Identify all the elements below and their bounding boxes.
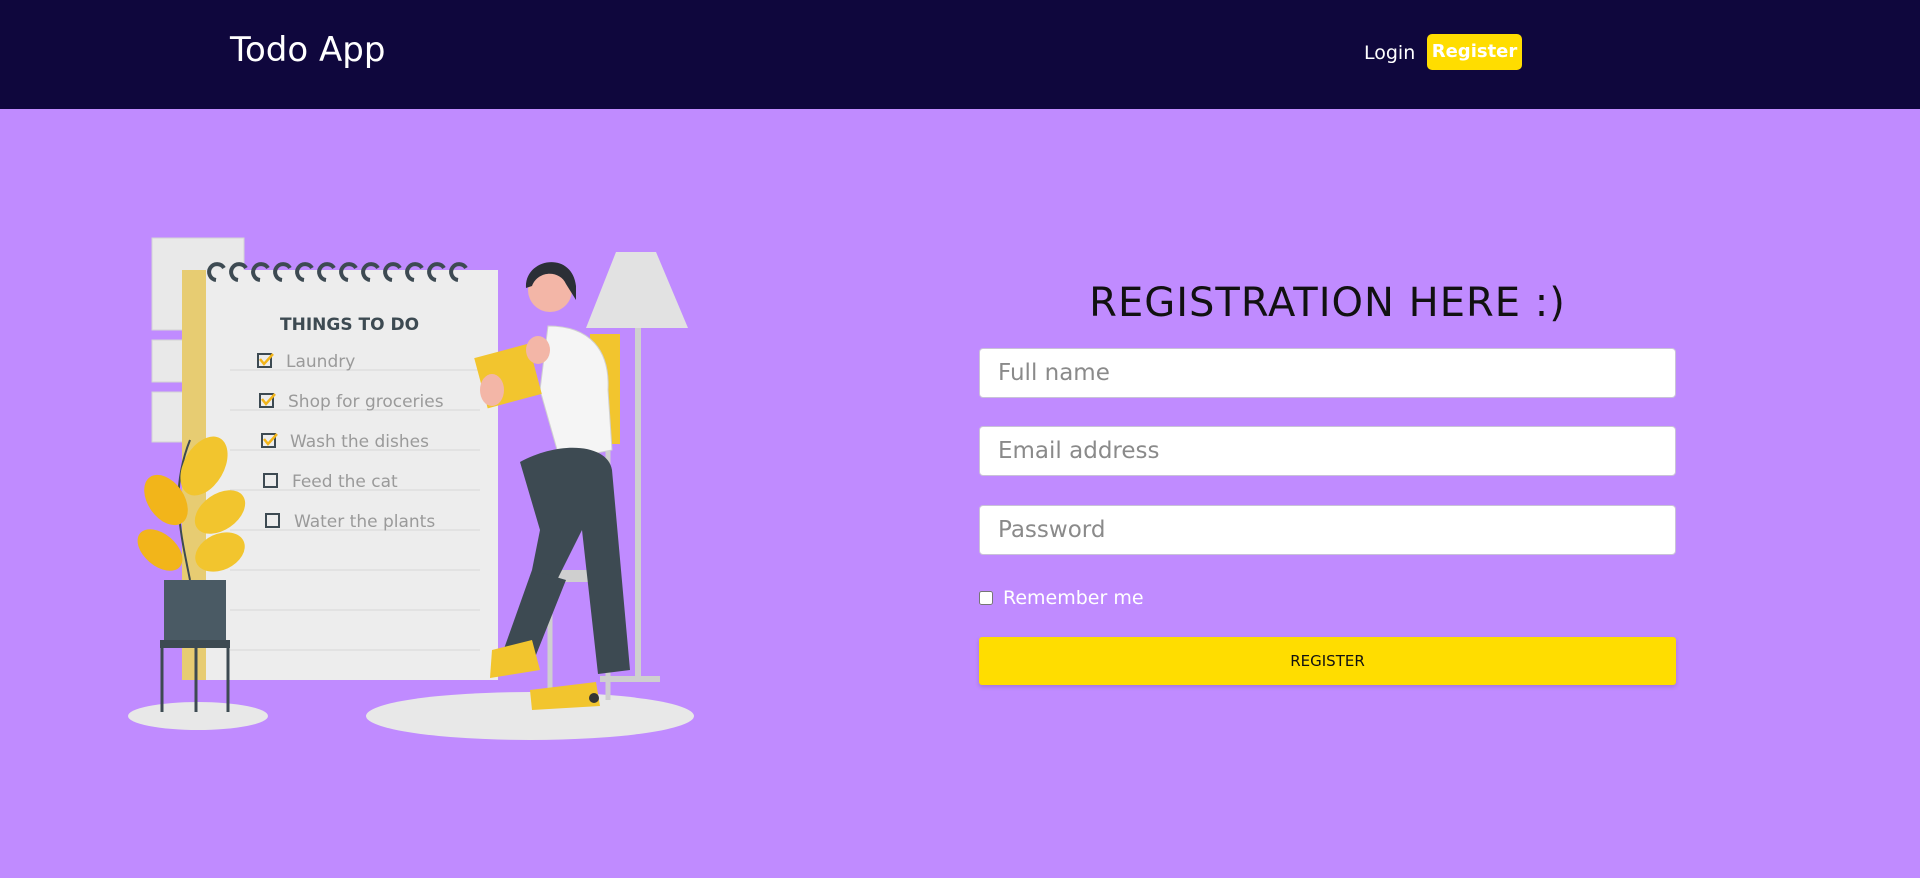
login-link[interactable]: Login — [1364, 42, 1415, 64]
todo-item-label: Water the plants — [294, 512, 435, 532]
remember-me-checkbox[interactable] — [979, 591, 993, 605]
remember-me-label: Remember me — [1003, 587, 1144, 609]
remember-me[interactable]: Remember me — [979, 587, 1144, 609]
todo-illustration: THINGS TO DO Laundry Shop for groceries … — [128, 237, 694, 740]
brand-title[interactable]: Todo App — [230, 30, 385, 70]
email-input[interactable] — [979, 426, 1676, 476]
registration-form: REGISTRATION HERE :) Remember me REGISTE… — [979, 280, 1676, 685]
form-title: REGISTRATION HERE :) — [1089, 280, 1566, 326]
register-nav-button[interactable]: Register — [1427, 34, 1522, 70]
todo-item-label: Shop for groceries — [288, 392, 444, 412]
todo-item-label: Feed the cat — [292, 472, 398, 492]
todo-item-label: Wash the dishes — [290, 432, 429, 452]
full-name-input[interactable] — [979, 348, 1676, 398]
navbar: Todo App Login Register — [0, 0, 1920, 109]
notepad-title: THINGS TO DO — [280, 315, 419, 335]
password-input[interactable] — [979, 505, 1676, 555]
register-submit-button[interactable]: REGISTER — [979, 637, 1676, 685]
todo-item-label: Laundry — [286, 352, 355, 372]
